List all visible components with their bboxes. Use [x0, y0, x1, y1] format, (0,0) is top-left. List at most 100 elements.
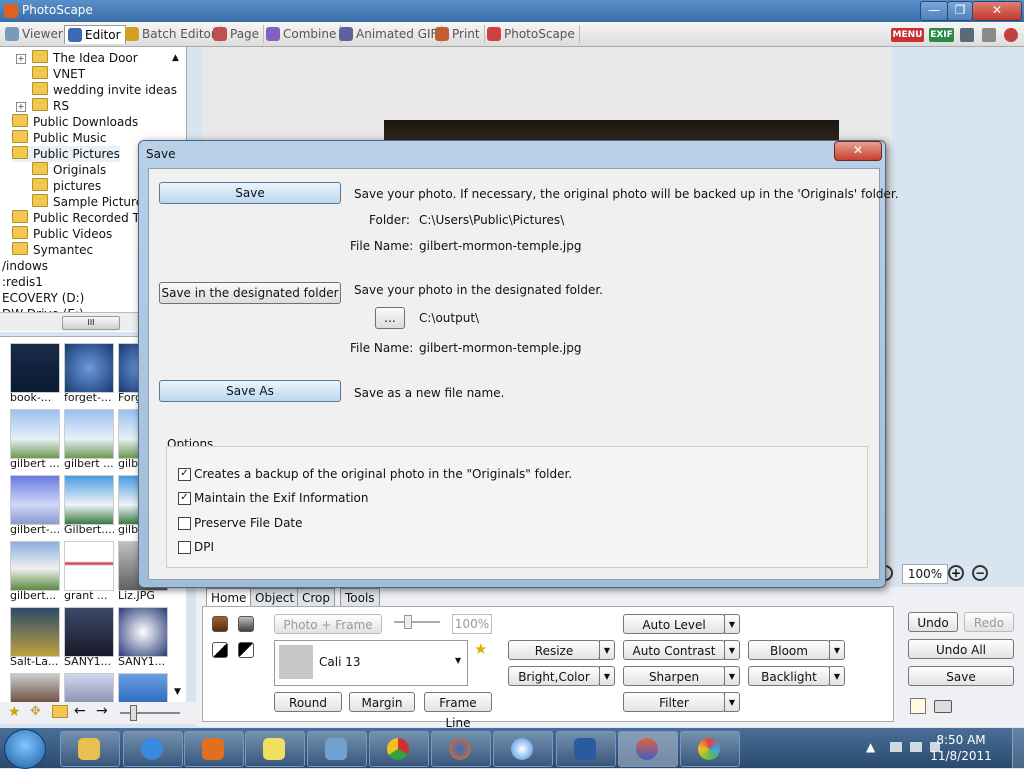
network-icon[interactable]: [910, 742, 922, 752]
tab-editor[interactable]: Editor: [64, 25, 126, 44]
tab-animated-gif[interactable]: Animated GIF: [336, 25, 443, 43]
show-desktop-button[interactable]: [1012, 728, 1024, 768]
taskbar-photoscape[interactable]: [618, 731, 678, 767]
dialog-close-button[interactable]: ✕: [834, 141, 882, 161]
start-button[interactable]: [4, 729, 46, 769]
tab-object[interactable]: Object: [250, 588, 300, 608]
tab-crop[interactable]: Crop: [297, 588, 336, 608]
thumbnail[interactable]: [118, 673, 168, 703]
dpi-option-label[interactable]: DPI: [194, 540, 214, 554]
thumbnail[interactable]: [64, 607, 114, 657]
thumbnail[interactable]: [64, 475, 114, 525]
tree-item[interactable]: RS: [32, 98, 69, 114]
film-icon[interactable]: [960, 28, 974, 42]
move-icon[interactable]: ✥: [30, 704, 41, 719]
taskbar-app-star[interactable]: [556, 731, 616, 767]
tab-tools[interactable]: Tools: [340, 588, 380, 608]
printer-icon[interactable]: [934, 700, 952, 713]
action-center-icon[interactable]: [890, 742, 902, 752]
frame-slider-thumb[interactable]: [404, 615, 412, 629]
tab-viewer[interactable]: Viewer: [2, 25, 68, 43]
thumbnail[interactable]: [10, 541, 60, 591]
filter-button[interactable]: Filter: [623, 692, 725, 712]
expand-icon[interactable]: +: [16, 54, 26, 64]
exif-option-label[interactable]: Maintain the Exif Information: [194, 491, 369, 505]
tree-item[interactable]: The Idea Door: [32, 50, 138, 66]
restore-button[interactable]: ❐: [947, 1, 973, 21]
frame-wb-swatch[interactable]: [238, 642, 254, 658]
folder-icon[interactable]: [52, 705, 68, 718]
thumbnail[interactable]: [64, 343, 114, 393]
file-date-checkbox[interactable]: [178, 517, 191, 530]
favorite-star-icon[interactable]: ★: [474, 640, 487, 658]
browse-folder-button[interactable]: ...: [375, 307, 405, 329]
new-document-icon[interactable]: [910, 698, 926, 714]
tab-print[interactable]: Print: [432, 25, 485, 43]
scroll-up-icon[interactable]: ▲: [172, 53, 179, 63]
taskbar-sticky-notes[interactable]: [245, 731, 305, 767]
backlight-dropdown[interactable]: ▼: [829, 666, 845, 686]
tree-item[interactable]: Originals: [32, 162, 106, 178]
frame-percent[interactable]: 100%: [452, 614, 492, 634]
frame-slider[interactable]: [394, 621, 440, 623]
tab-home[interactable]: Home: [206, 588, 252, 608]
frame-gray-swatch[interactable]: [238, 616, 254, 632]
star-icon[interactable]: ★: [8, 704, 21, 720]
thumbnail-size-slider[interactable]: [120, 712, 180, 714]
undo-all-button[interactable]: Undo All: [908, 639, 1014, 659]
taskbar-safari[interactable]: [493, 731, 553, 767]
taskbar-clock[interactable]: 8:50 AM 11/8/2011: [930, 732, 992, 764]
taskbar-firefox[interactable]: [431, 731, 491, 767]
exif-checkbox[interactable]: ✓: [178, 492, 191, 505]
zoom-level[interactable]: 100%: [902, 564, 948, 584]
sharpen-button[interactable]: Sharpen: [623, 666, 725, 686]
auto-level-button[interactable]: Auto Level: [623, 614, 725, 634]
tree-item[interactable]: pictures: [32, 178, 101, 194]
filter-dropdown[interactable]: ▼: [724, 692, 740, 712]
tab-photoscape[interactable]: PhotoScape: [484, 25, 580, 43]
file-date-option-label[interactable]: Preserve File Date: [194, 516, 303, 530]
redo-button[interactable]: Redo: [964, 612, 1014, 632]
taskbar-media-player[interactable]: [184, 731, 244, 767]
backlight-button[interactable]: Backlight: [748, 666, 830, 686]
scroll-thumb[interactable]: III: [62, 316, 120, 330]
zoom-out-icon[interactable]: −: [972, 565, 988, 581]
zoom-in-icon[interactable]: +: [948, 565, 964, 581]
taskbar-internet-explorer[interactable]: [123, 731, 183, 767]
auto-level-dropdown[interactable]: ▼: [724, 614, 740, 634]
taskbar-explorer[interactable]: [60, 731, 120, 767]
save-button[interactable]: Save: [908, 666, 1014, 686]
tree-item-selected[interactable]: Public Pictures: [12, 146, 120, 162]
resize-button[interactable]: Resize: [508, 640, 600, 660]
taskbar-chrome[interactable]: [369, 731, 429, 767]
dpi-checkbox[interactable]: [178, 541, 191, 554]
tree-item[interactable]: Public Downloads: [12, 114, 138, 130]
round-button[interactable]: Round: [274, 692, 342, 712]
tree-item[interactable]: :redis1: [2, 274, 43, 290]
resize-dropdown[interactable]: ▼: [599, 640, 615, 660]
minimize-button[interactable]: —: [920, 1, 948, 21]
save-designated-folder-button[interactable]: Save in the designated folder: [159, 282, 341, 304]
tab-page[interactable]: Page: [210, 25, 265, 43]
bloom-dropdown[interactable]: ▼: [829, 640, 845, 660]
auto-contrast-dropdown[interactable]: ▼: [724, 640, 740, 660]
sharpen-dropdown[interactable]: ▼: [724, 666, 740, 686]
bright-color-dropdown[interactable]: ▼: [599, 666, 615, 686]
frame-brown-swatch[interactable]: [212, 616, 228, 632]
tab-combine[interactable]: Combine: [263, 25, 342, 43]
thumbnail[interactable]: [118, 607, 168, 657]
dialog-save-button[interactable]: Save: [159, 182, 341, 204]
tray-expand-icon[interactable]: ▲: [866, 740, 875, 754]
close-button[interactable]: ✕: [972, 1, 1022, 21]
back-icon[interactable]: ←: [74, 703, 86, 719]
thumbnail[interactable]: [10, 673, 60, 703]
tree-item[interactable]: Symantec: [12, 242, 93, 258]
thumbnail[interactable]: [10, 343, 60, 393]
tree-item[interactable]: Sample Pictures: [32, 194, 149, 210]
tab-batch-editor[interactable]: Batch Editor: [122, 25, 221, 43]
margin-button[interactable]: Margin: [349, 692, 415, 712]
slider-thumb[interactable]: [130, 705, 137, 721]
taskbar-paint[interactable]: [680, 731, 740, 767]
tree-item[interactable]: Public Videos: [12, 226, 112, 242]
exif-button[interactable]: EXIF: [929, 28, 954, 42]
